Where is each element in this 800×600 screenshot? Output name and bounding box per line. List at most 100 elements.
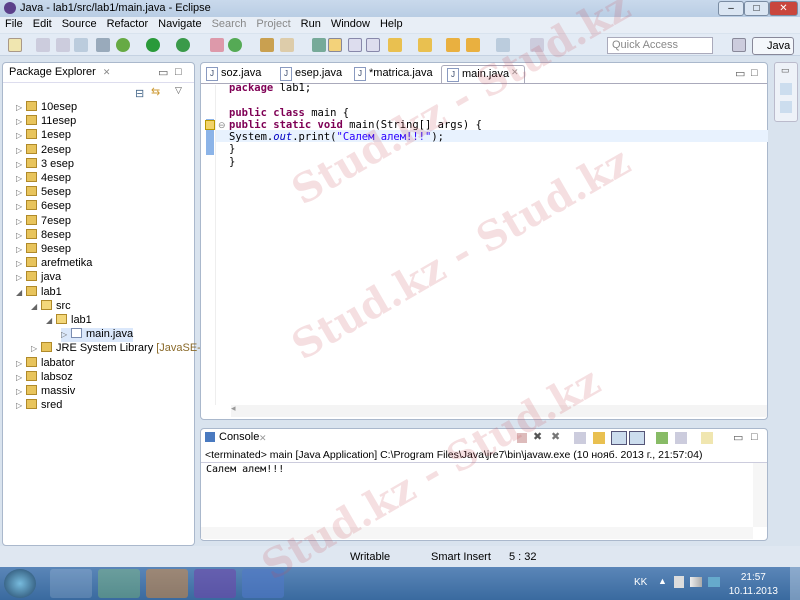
tree-item[interactable]: ▷ sred xyxy=(16,399,62,413)
show-on-stdout-icon[interactable] xyxy=(611,431,627,445)
link-with-editor-icon[interactable]: ⇆ xyxy=(151,85,160,98)
open-perspective-icon[interactable] xyxy=(732,38,746,52)
menu-project[interactable]: Project xyxy=(251,17,295,31)
collapsed-arrow-icon[interactable]: ▷ xyxy=(16,373,26,382)
new-java-project-icon[interactable] xyxy=(210,38,224,52)
tree-item[interactable]: ▷ JRE System Library [JavaSE-1.7] xyxy=(31,342,219,356)
menu-search[interactable]: Search xyxy=(207,17,252,31)
firefox-icon[interactable] xyxy=(146,569,188,598)
close-button[interactable]: ✕ xyxy=(769,1,798,16)
horizontal-scrollbar[interactable]: ◂ xyxy=(231,403,767,417)
open-console-icon[interactable] xyxy=(701,432,713,444)
tree-item[interactable]: ▷ 6esep xyxy=(16,200,71,214)
tree-item[interactable]: ▷ 8esep xyxy=(16,228,71,243)
new-icon[interactable] xyxy=(8,38,22,52)
outline-icon[interactable] xyxy=(780,83,792,95)
close-icon[interactable]: ✕ xyxy=(103,67,111,77)
maximize-button[interactable]: □ xyxy=(744,1,769,16)
tree-item[interactable]: ▷ 2esep xyxy=(16,143,71,158)
new-class-icon[interactable] xyxy=(228,38,242,52)
tree-item[interactable]: ◢ src xyxy=(31,299,71,314)
back-icon[interactable] xyxy=(446,38,460,52)
tree-item[interactable]: ▷ 4esep xyxy=(16,172,71,186)
collapsed-arrow-icon[interactable]: ▷ xyxy=(16,387,26,396)
run-external-tools-icon[interactable] xyxy=(176,38,190,52)
tree-item[interactable]: ▷ 11esep xyxy=(16,115,76,129)
pin-editor-icon[interactable] xyxy=(530,38,544,52)
menu-navigate[interactable]: Navigate xyxy=(153,17,206,31)
maximize-icon[interactable]: □ xyxy=(751,431,758,443)
menu-edit[interactable]: Edit xyxy=(28,17,57,31)
menu-window[interactable]: Window xyxy=(326,17,375,31)
collapsed-arrow-icon[interactable]: ▷ xyxy=(16,231,26,240)
collapsed-arrow-icon[interactable]: ▷ xyxy=(16,202,26,211)
view-menu-icon[interactable]: ▽ xyxy=(175,85,182,96)
power-icon[interactable] xyxy=(674,576,684,588)
quick-access-input[interactable]: Quick Access xyxy=(607,37,713,54)
collapsed-arrow-icon[interactable]: ▷ xyxy=(16,103,26,112)
collapsed-arrow-icon[interactable]: ▷ xyxy=(16,188,26,197)
minimize-icon[interactable]: ▭ xyxy=(158,66,168,79)
collapsed-arrow-icon[interactable]: ▷ xyxy=(16,217,26,226)
show-desktop-button[interactable] xyxy=(790,567,800,600)
tab-esep-java[interactable]: esep.java xyxy=(275,65,346,83)
forward-icon[interactable] xyxy=(496,38,510,52)
task-list-icon[interactable] xyxy=(780,101,792,113)
collapsed-arrow-icon[interactable]: ▷ xyxy=(16,160,26,169)
minimize-icon[interactable]: ▭ xyxy=(735,67,745,80)
tree-item[interactable]: ▷ main.java xyxy=(61,328,134,343)
code-editor[interactable]: package lab1; public class main { public… xyxy=(229,82,482,168)
clock[interactable]: 21:57 10.11.2013 xyxy=(729,572,778,597)
tree-item[interactable]: ◢ lab1 xyxy=(46,314,92,328)
tab-soz-java[interactable]: soz.java xyxy=(201,65,265,83)
print-icon[interactable] xyxy=(74,38,88,52)
signal-icon[interactable] xyxy=(708,577,720,587)
maximize-icon[interactable]: □ xyxy=(751,67,758,79)
clear-console-icon[interactable] xyxy=(574,432,586,444)
tree-item[interactable]: ▷ java xyxy=(16,271,61,285)
expanded-arrow-icon[interactable]: ◢ xyxy=(16,288,26,297)
open-type-icon[interactable] xyxy=(260,38,274,52)
java-perspective-button[interactable]: Java xyxy=(752,37,794,55)
menu-help[interactable]: Help xyxy=(375,17,408,31)
collapsed-arrow-icon[interactable]: ▷ xyxy=(16,245,26,254)
next-annotation-icon[interactable] xyxy=(312,38,326,52)
vertical-scrollbar[interactable] xyxy=(753,463,767,527)
menu-file[interactable]: File xyxy=(0,17,28,31)
previous-annotation-icon[interactable] xyxy=(418,38,432,52)
tree-item[interactable]: ▷ labator xyxy=(16,356,75,371)
run-icon[interactable] xyxy=(146,38,160,52)
block-selection-icon[interactable] xyxy=(348,38,362,52)
save-all-icon[interactable] xyxy=(56,38,70,52)
show-hidden-icons[interactable]: ▲ xyxy=(658,576,667,586)
console-title[interactable]: Console xyxy=(219,431,259,443)
remove-all-terminated-icon[interactable]: ✖ xyxy=(551,430,560,443)
back-history-icon[interactable] xyxy=(466,38,480,52)
horizontal-scrollbar[interactable] xyxy=(201,527,753,539)
network-icon[interactable] xyxy=(690,577,702,587)
minimize-icon[interactable]: ▭ xyxy=(733,431,743,444)
tree-item[interactable]: ▷ 3 esep xyxy=(16,157,74,172)
collapsed-arrow-icon[interactable]: ▷ xyxy=(16,131,26,140)
collapsed-arrow-icon[interactable]: ▷ xyxy=(16,146,26,155)
taskbar-app-icon[interactable] xyxy=(50,569,92,598)
expanded-arrow-icon[interactable]: ◢ xyxy=(46,316,56,325)
scroll-lock-icon[interactable] xyxy=(593,432,605,444)
tree-item[interactable]: ▷ 7esep xyxy=(16,214,71,229)
minimize-button[interactable]: – xyxy=(718,1,744,16)
language-indicator[interactable]: KK xyxy=(634,577,647,588)
next-annotation-icon[interactable] xyxy=(388,38,402,52)
close-icon[interactable]: ✕ xyxy=(259,433,267,444)
collapsed-arrow-icon[interactable]: ▷ xyxy=(16,401,26,410)
mark-occurrences-icon[interactable] xyxy=(328,38,342,52)
remove-launch-icon[interactable]: ✖ xyxy=(533,430,542,443)
show-on-stderr-icon[interactable] xyxy=(629,431,645,445)
show-whitespace-icon[interactable] xyxy=(366,38,380,52)
menu-run[interactable]: Run xyxy=(296,17,326,31)
collapsed-arrow-icon[interactable]: ▷ xyxy=(16,117,26,126)
collapsed-arrow-icon[interactable]: ▷ xyxy=(16,259,26,268)
display-console-icon[interactable] xyxy=(675,432,687,444)
tree-item[interactable]: ▷ massiv xyxy=(16,385,75,399)
word-icon[interactable] xyxy=(242,569,284,598)
tree-item[interactable]: ▷ 1esep xyxy=(16,129,71,143)
